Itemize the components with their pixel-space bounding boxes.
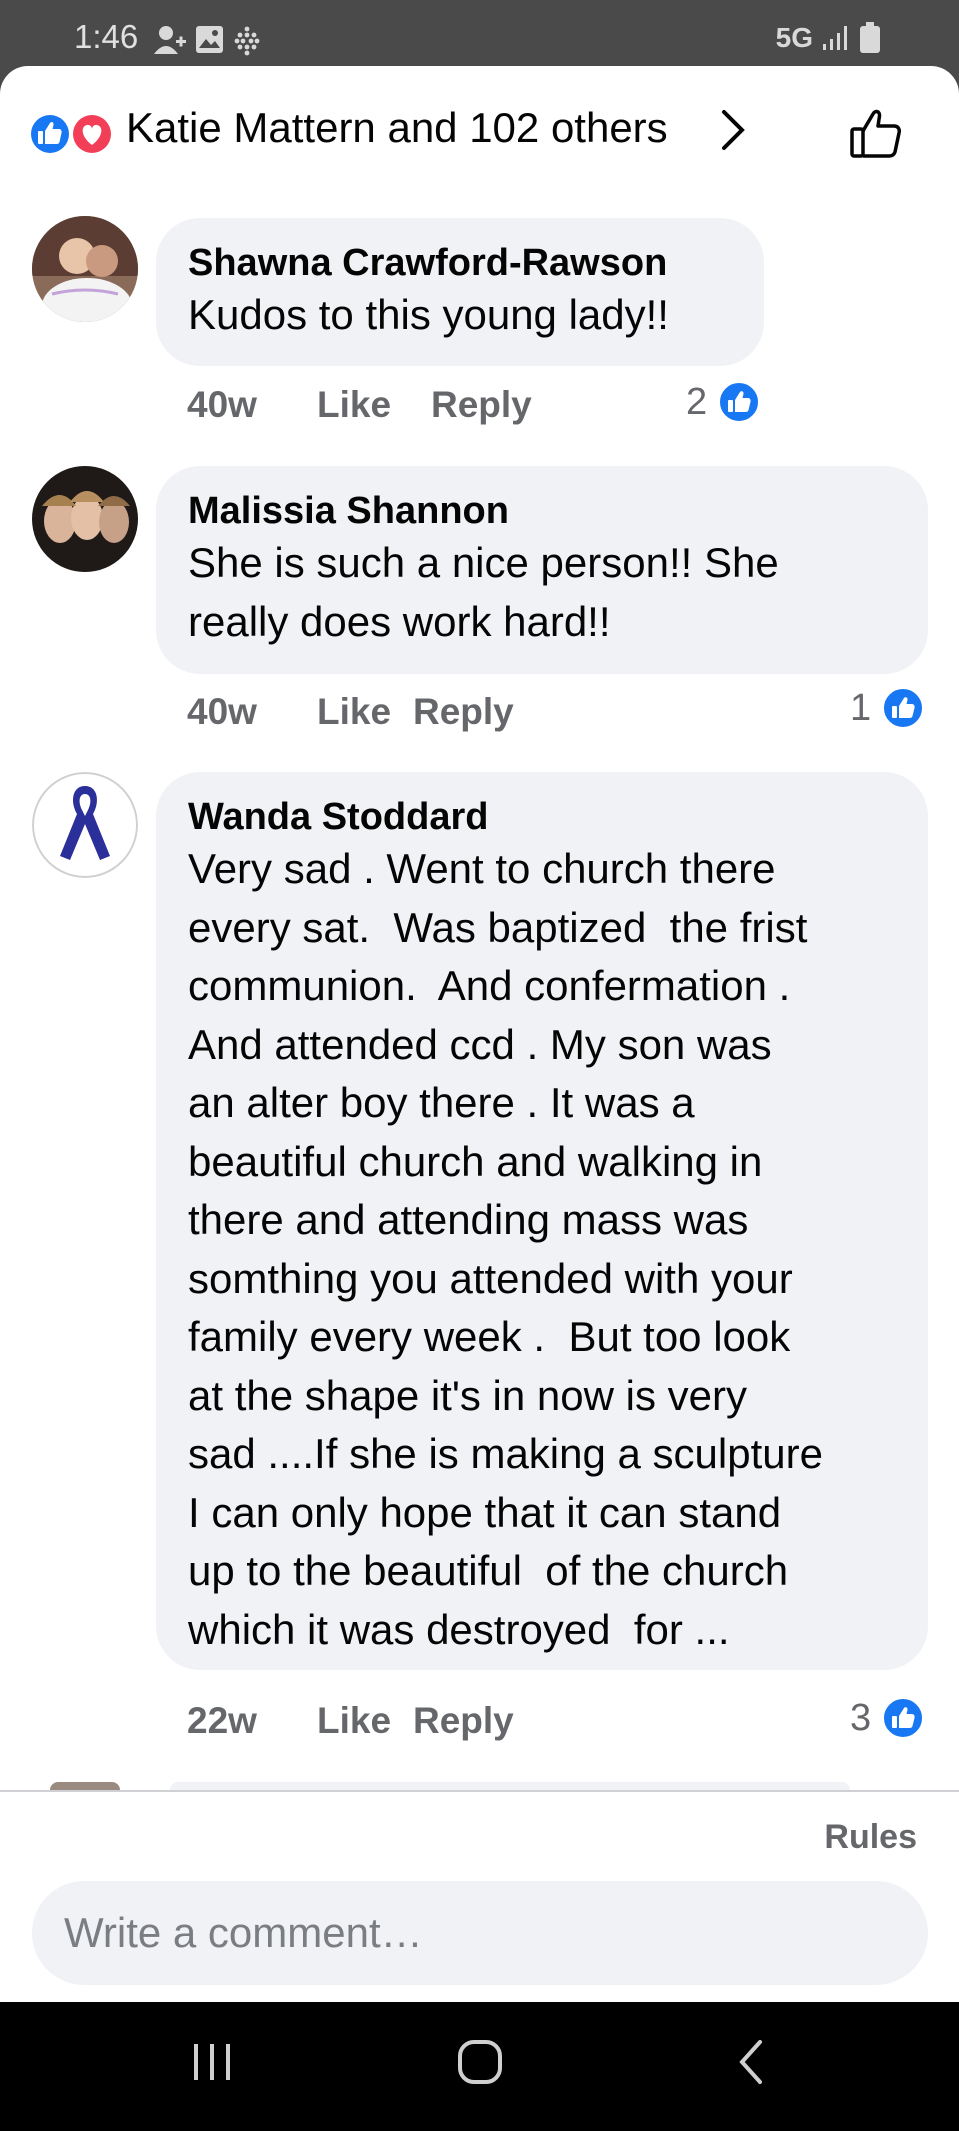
- footer-divider: [0, 1790, 959, 1792]
- comment-text: She is such a nice person!! She really d…: [188, 539, 779, 645]
- comment-actions: 40w Like Reply: [187, 384, 532, 426]
- like-reaction-icon: [881, 1696, 926, 1740]
- avatar[interactable]: [32, 216, 138, 322]
- chevron-right-icon[interactable]: [718, 108, 748, 152]
- reply-button[interactable]: Reply: [413, 1700, 514, 1742]
- comment-bubble[interactable]: Wanda Stoddard Very sad . Went to church…: [156, 772, 928, 1670]
- status-left-icons: [154, 24, 264, 63]
- network-label: 5G: [775, 22, 813, 53]
- comment-text: Very sad . Went to church there every sa…: [188, 845, 823, 1653]
- like-button[interactable]: Like: [317, 1700, 413, 1742]
- status-right: 5G: [776, 22, 881, 54]
- comments-sheet: Katie Mattern and 102 others Shawna Craw…: [0, 66, 959, 2002]
- like-button[interactable]: Like: [317, 691, 413, 733]
- comment-time[interactable]: 22w: [187, 1700, 317, 1742]
- status-time: 1:46: [74, 18, 139, 55]
- reply-button[interactable]: Reply: [413, 691, 514, 733]
- person-add-icon: [154, 26, 186, 54]
- comment-author[interactable]: Malissia Shannon: [188, 488, 896, 534]
- signal-icon: [823, 26, 847, 50]
- reaction-count-number: 2: [686, 380, 708, 423]
- comment-text: Kudos to this young lady!!: [188, 291, 669, 338]
- reply-button[interactable]: Reply: [431, 384, 532, 426]
- like-reaction-icon: [881, 686, 926, 730]
- like-button[interactable]: Like: [242, 384, 448, 426]
- reaction-count-number: 3: [850, 1696, 872, 1739]
- comment-actions: 40w Like Reply: [187, 691, 514, 733]
- like-reaction-icon: [717, 380, 762, 424]
- comment-author[interactable]: Shawna Crawford-Rawson: [188, 240, 732, 286]
- love-reaction-icon: [71, 113, 113, 155]
- thumbs-up-outline-icon[interactable]: [848, 104, 906, 162]
- rules-link[interactable]: Rules: [824, 1818, 917, 1857]
- system-nav-bar: [0, 2002, 959, 2131]
- comment-bubble[interactable]: Malissia Shannon She is such a nice pers…: [156, 466, 928, 674]
- reaction-count[interactable]: 2: [686, 380, 762, 424]
- reaction-count[interactable]: 3: [850, 1696, 926, 1740]
- home-icon[interactable]: [456, 2038, 504, 2086]
- comment-author[interactable]: Wanda Stoddard: [188, 794, 896, 840]
- reactions-header[interactable]: Katie Mattern and 102 others: [0, 66, 959, 196]
- like-reaction-icon: [29, 113, 71, 155]
- avatar[interactable]: [32, 466, 138, 572]
- status-bar: 1:46 5G: [0, 0, 959, 70]
- recent-apps-icon[interactable]: [190, 2038, 234, 2086]
- reactions-summary[interactable]: Katie Mattern and 102 others: [126, 104, 668, 152]
- comment-input[interactable]: [64, 1909, 884, 1957]
- comment-time[interactable]: 40w: [187, 691, 317, 733]
- reaction-count[interactable]: 1: [850, 686, 926, 730]
- comment-composer[interactable]: [32, 1881, 928, 1985]
- image-icon: [196, 26, 223, 53]
- dots-grid-icon: [234, 26, 260, 56]
- comment-bubble[interactable]: Shawna Crawford-Rawson Kudos to this you…: [156, 218, 764, 366]
- reaction-icons: [29, 113, 113, 155]
- battery-icon: [860, 22, 880, 53]
- comment-actions: 22w Like Reply: [187, 1700, 514, 1742]
- avatar[interactable]: [32, 772, 138, 878]
- reaction-count-number: 1: [850, 686, 872, 729]
- back-icon[interactable]: [734, 2038, 768, 2086]
